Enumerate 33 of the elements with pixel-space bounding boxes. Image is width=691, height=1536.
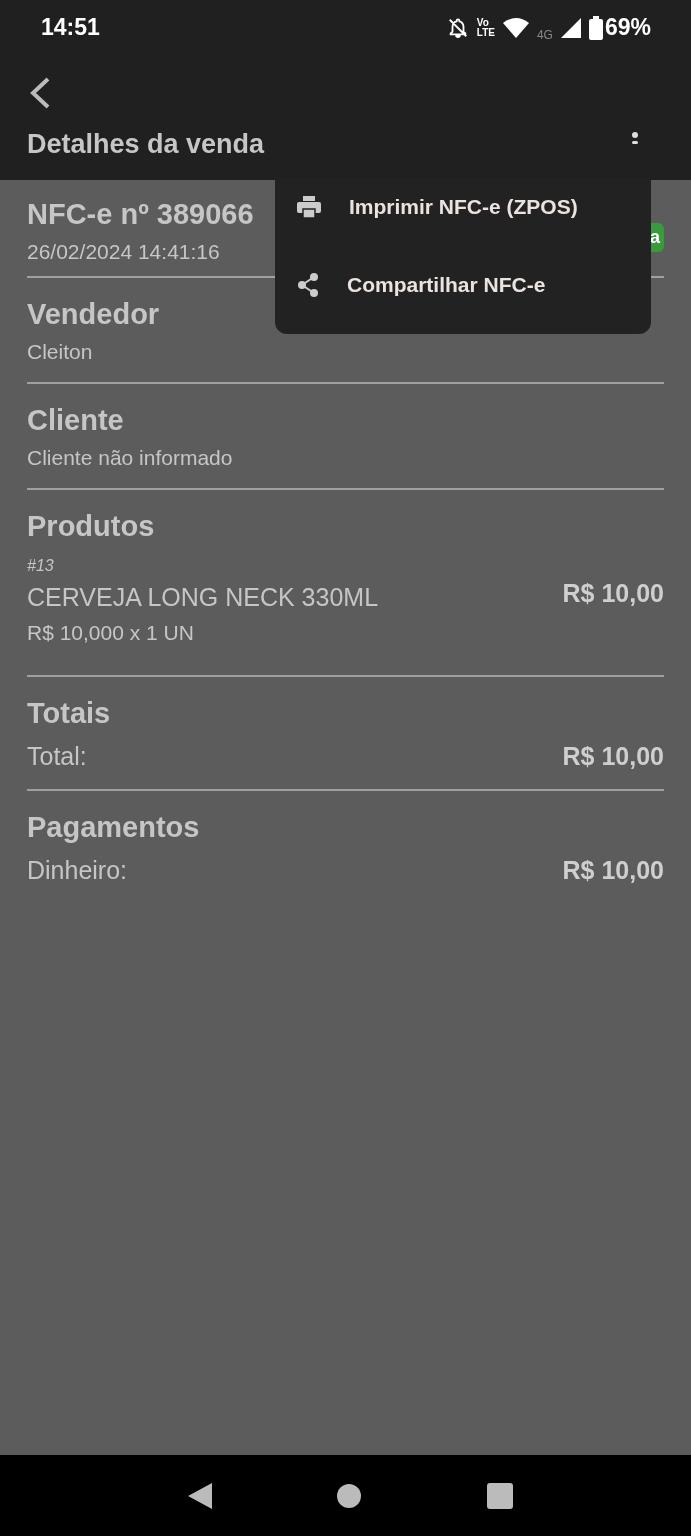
wifi-icon [502, 17, 529, 38]
section-title: Produtos [27, 510, 156, 543]
page-title: Detalhes da venda [27, 129, 265, 160]
share-icon [297, 273, 319, 297]
section-title: Cliente [27, 404, 125, 437]
section-title: Pagamentos [27, 811, 201, 844]
product-price: R$ 10,00 [562, 579, 664, 608]
amount-value: R$ 10,00 [562, 742, 664, 771]
signal-icon [560, 17, 581, 38]
network-type: 4G [536, 27, 553, 42]
battery-level: 69% [604, 14, 651, 41]
amount-label: Total: [27, 742, 87, 771]
amount-label: Dinheiro: [27, 856, 128, 885]
recents-icon[interactable] [487, 1482, 514, 1509]
back-icon[interactable] [187, 1482, 212, 1509]
printer-icon [297, 196, 321, 218]
back-icon[interactable] [29, 77, 51, 109]
product-quantity: R$ 10,000 x 1 UN [27, 621, 195, 645]
bell-off-icon [446, 16, 469, 39]
product-name: CERVEJA LONG NECK 330ML [27, 583, 379, 612]
clock: 14:51 [41, 14, 100, 41]
invoice-date: 26/02/2024 14:41:16 [27, 240, 221, 264]
volte-indicator: Vo LTE [476, 17, 495, 38]
more-icon[interactable] [631, 131, 639, 144]
product-code: #13 [27, 557, 55, 575]
section-title: Totais [27, 697, 112, 730]
section-title: Vendedor [27, 298, 161, 331]
home-icon[interactable] [337, 1483, 362, 1508]
section-value: Cleiton [27, 340, 94, 364]
invoice-number: NFC-e nº 389066 [27, 198, 254, 231]
section-value: Cliente não informado [27, 446, 234, 470]
amount-value: R$ 10,00 [562, 856, 664, 885]
battery-icon [588, 15, 603, 40]
